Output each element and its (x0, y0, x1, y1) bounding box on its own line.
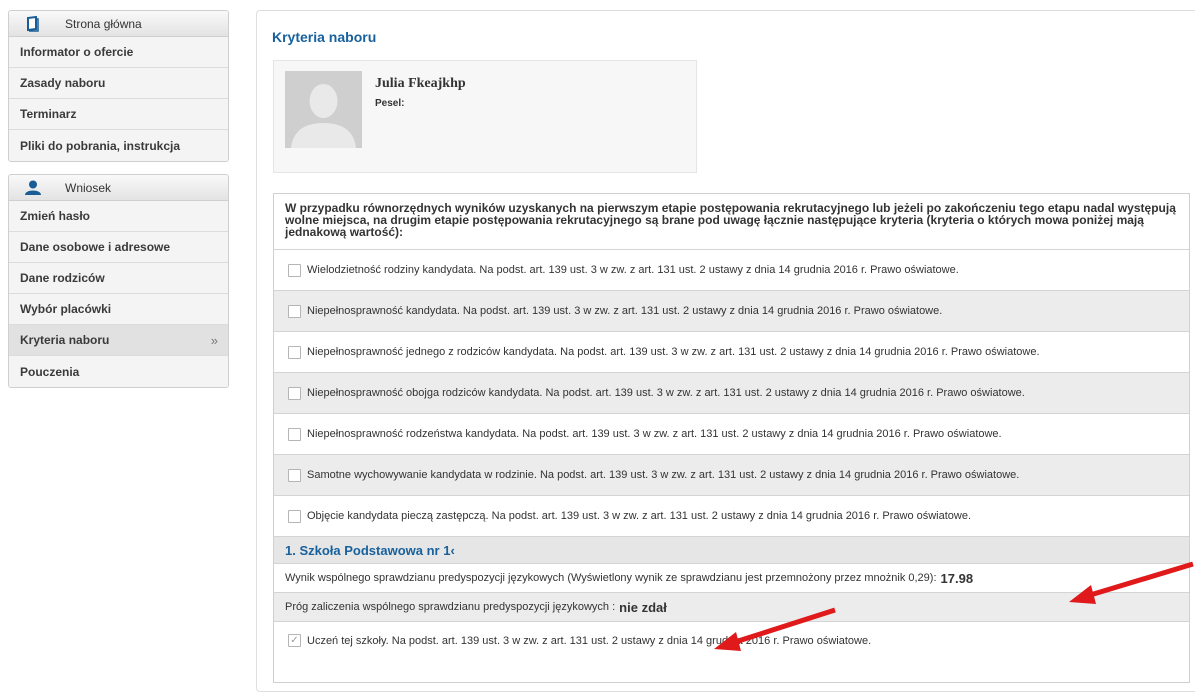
criterion-label: Niepełnosprawność obojga rodziców kandyd… (307, 387, 1025, 399)
profile-card: Julia Fkeajkhp Pesel: (273, 60, 697, 173)
avatar (285, 71, 362, 148)
sidebar-group-home: Strona główna Informator o ofercie Zasad… (8, 10, 229, 162)
sidebar-item-wybor-placowki[interactable]: Wybór placówki (9, 294, 228, 325)
threshold-value: nie zdał (619, 599, 667, 615)
criterion-checkbox[interactable] (288, 427, 301, 441)
sidebar-item-label: Dane osobowe i adresowe (20, 240, 171, 254)
criterion-row: Wielodzietność rodziny kandydata. Na pod… (274, 249, 1189, 290)
sidebar-item-dane-osobowe[interactable]: Dane osobowe i adresowe (9, 232, 228, 263)
sidebar-header-label: Strona główna (65, 16, 142, 31)
sidebar-item-zasady[interactable]: Zasady naboru (9, 68, 228, 99)
sidebar-item-zmien-haslo[interactable]: Zmień hasło (9, 201, 228, 232)
sidebar-item-label: Informator o ofercie (20, 45, 134, 59)
criterion-label: Niepełnosprawność kandydata. Na podst. a… (307, 305, 943, 317)
criterion-checkbox[interactable] (288, 386, 301, 400)
candidate-name: Julia Fkeajkhp (375, 76, 466, 91)
criteria-table: W przypadku równorzędnych wyników uzyska… (273, 193, 1190, 683)
criterion-checkbox[interactable] (288, 468, 301, 482)
test-result-row: Wynik wspólnego sprawdzianu predyspozycj… (274, 563, 1189, 592)
sidebar-item-label: Wybór placówki (20, 302, 112, 316)
sidebar-item-pouczenia[interactable]: Pouczenia (9, 356, 228, 387)
chevron-right-icon: » (210, 332, 218, 348)
sidebar-item-kryteria-naboru[interactable]: Kryteria naboru » (9, 325, 228, 356)
sidebar-item-label: Terminarz (20, 107, 77, 121)
criterion-row: Niepełnosprawność rodzeństwa kandydata. … (274, 413, 1189, 454)
criterion-label: Niepełnosprawność jednego z rodziców kan… (307, 346, 1040, 358)
threshold-label: Próg zaliczenia wspólnego sprawdzianu pr… (285, 601, 616, 613)
sidebar-item-label: Pliki do pobrania, instrukcja (20, 138, 181, 153)
criterion-row-student: ✓ Uczeń tej szkoły. Na podst. art. 139 u… (274, 621, 1189, 659)
criterion-label: Uczeń tej szkoły. Na podst. art. 139 ust… (307, 634, 872, 647)
sidebar-item-label: Kryteria naboru (20, 333, 110, 347)
criterion-row: Niepełnosprawność kandydata. Na podst. a… (274, 290, 1189, 331)
sidebar-header-wniosek[interactable]: Wniosek (9, 175, 228, 201)
page-title: Kryteria naboru (272, 29, 377, 45)
criterion-label: Wielodzietność rodziny kandydata. Na pod… (307, 264, 959, 276)
criteria-list: Wielodzietność rodziny kandydata. Na pod… (274, 249, 1189, 536)
test-result-value: 17.98 (940, 570, 974, 586)
pesel-label: Pesel: (375, 98, 405, 109)
criterion-checkbox[interactable] (288, 509, 301, 523)
sidebar-item-label: Dane rodziców (20, 271, 105, 285)
sidebar-item-dane-rodzicow[interactable]: Dane rodziców (9, 263, 228, 294)
criterion-checkbox[interactable] (288, 304, 301, 318)
criterion-checkbox[interactable] (288, 263, 301, 277)
user-icon (23, 180, 43, 196)
criterion-checkbox-checked[interactable]: ✓ (288, 634, 301, 647)
book-icon (23, 15, 43, 32)
sidebar-item-label: Zasady naboru (20, 76, 106, 90)
threshold-row: Próg zaliczenia wspólnego sprawdzianu pr… (274, 592, 1189, 621)
sidebar-item-label: Pouczenia (20, 364, 80, 379)
sidebar-item-label: Zmień hasło (20, 209, 91, 223)
criterion-row: Niepełnosprawność jednego z rodziców kan… (274, 331, 1189, 372)
criterion-label: Niepełnosprawność rodzeństwa kandydata. … (307, 428, 1002, 440)
criterion-row: Niepełnosprawność obojga rodziców kandyd… (274, 372, 1189, 413)
criterion-label: Objęcie kandydata pieczą zastępczą. Na p… (307, 510, 972, 522)
sidebar-item-terminarz[interactable]: Terminarz (9, 99, 228, 130)
school-header: 1. Szkoła Podstawowa nr 1‹ (274, 536, 1189, 563)
sidebar-header-home[interactable]: Strona główna (9, 11, 228, 37)
sidebar-item-pliki[interactable]: Pliki do pobrania, instrukcja (9, 130, 228, 161)
criterion-label: Samotne wychowywanie kandydata w rodzini… (307, 469, 1020, 481)
criterion-row: Samotne wychowywanie kandydata w rodzini… (274, 454, 1189, 495)
sidebar-item-informator[interactable]: Informator o ofercie (9, 37, 228, 68)
test-result-label: Wynik wspólnego sprawdzianu predyspozycj… (285, 572, 937, 584)
sidebar-header-label: Wniosek (65, 180, 112, 195)
criterion-checkbox[interactable] (288, 345, 301, 359)
criterion-row: Objęcie kandydata pieczą zastępczą. Na p… (274, 495, 1189, 536)
criteria-intro: W przypadku równorzędnych wyników uzyska… (285, 201, 1176, 239)
sidebar-group-wniosek: Wniosek Zmień hasło Dane osobowe i adres… (8, 174, 229, 388)
